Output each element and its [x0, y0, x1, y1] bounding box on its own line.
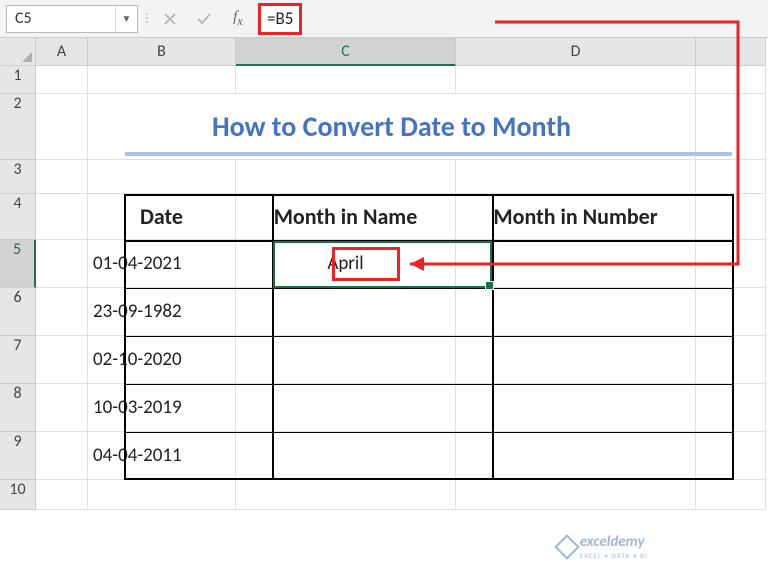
cell[interactable] — [456, 160, 696, 194]
table-header-month-name[interactable]: Month in Name — [236, 194, 456, 240]
divider-icon: ⋮ — [144, 7, 150, 31]
cell[interactable] — [696, 288, 766, 336]
cancel-formula-button[interactable] — [156, 5, 184, 33]
formula-text: =B5 — [258, 3, 302, 35]
watermark: exceldemy EXCEL • DATA • BI — [558, 533, 648, 560]
cell[interactable] — [36, 240, 88, 288]
cell[interactable] — [236, 66, 456, 94]
table-header-date[interactable]: Date — [88, 194, 236, 240]
table-divider — [124, 384, 734, 385]
formula-input[interactable]: =B5 — [258, 5, 762, 33]
cell[interactable] — [236, 160, 456, 194]
col-header-a[interactable]: A — [36, 38, 88, 66]
cell-month-name[interactable]: April — [236, 240, 456, 288]
formula-bar: C5 ▼ ⋮ fx =B5 — [0, 0, 768, 38]
cell[interactable] — [36, 480, 88, 510]
cell[interactable] — [36, 432, 88, 480]
col-header-d[interactable]: D — [456, 38, 696, 66]
col-header-b[interactable]: B — [88, 38, 236, 66]
cell-month-name[interactable] — [236, 432, 456, 480]
cell[interactable] — [236, 480, 456, 510]
insert-function-button[interactable]: fx — [224, 5, 252, 33]
cell[interactable] — [88, 160, 236, 194]
cell[interactable] — [696, 160, 766, 194]
cell[interactable] — [696, 432, 766, 480]
enter-formula-button[interactable] — [190, 5, 218, 33]
row-header-8[interactable]: 8 — [0, 384, 36, 432]
cell-date[interactable]: 01-04-2021 — [88, 240, 236, 288]
row-header-3[interactable]: 3 — [0, 160, 36, 194]
title-underline — [125, 152, 732, 156]
cell-date[interactable]: 02-10-2020 — [88, 336, 236, 384]
cell[interactable] — [696, 384, 766, 432]
cell-date[interactable]: 04-04-2011 — [88, 432, 236, 480]
table-divider — [492, 194, 494, 480]
cell[interactable] — [36, 384, 88, 432]
cell[interactable] — [36, 66, 88, 94]
row-header-4[interactable]: 4 — [0, 194, 36, 240]
row-header-9[interactable]: 9 — [0, 432, 36, 480]
chevron-down-icon[interactable]: ▼ — [115, 6, 137, 32]
name-box[interactable]: C5 ▼ — [6, 5, 138, 33]
cell[interactable] — [36, 336, 88, 384]
cell[interactable] — [88, 480, 236, 510]
row-header-1[interactable]: 1 — [0, 66, 36, 94]
cell[interactable] — [696, 240, 766, 288]
cell[interactable] — [456, 480, 696, 510]
cell-date[interactable]: 10-03-2019 — [88, 384, 236, 432]
row-header-7[interactable]: 7 — [0, 336, 36, 384]
col-header-blank[interactable] — [696, 38, 766, 66]
row-header-10[interactable]: 10 — [0, 480, 36, 510]
cell[interactable] — [696, 480, 766, 510]
table-row: 01-04-2021 April — [36, 240, 766, 288]
row-headers: 1 2 3 4 5 6 7 8 9 10 — [0, 66, 36, 510]
table-row: 23-09-1982 — [36, 288, 766, 336]
cell[interactable] — [696, 94, 766, 160]
cell[interactable] — [696, 194, 766, 240]
table-divider — [124, 432, 734, 433]
cell[interactable] — [456, 66, 696, 94]
col-header-c[interactable]: C — [236, 38, 456, 66]
table-divider — [124, 288, 734, 289]
cell[interactable] — [696, 336, 766, 384]
watermark-tag: EXCEL • DATA • BI — [580, 551, 648, 560]
table-divider — [124, 336, 734, 337]
cell[interactable] — [88, 66, 236, 94]
row-header-2[interactable]: 2 — [0, 94, 36, 160]
cell[interactable] — [36, 194, 88, 240]
select-all-corner[interactable] — [0, 38, 36, 66]
cell-month-name[interactable] — [236, 384, 456, 432]
table-row: 02-10-2020 — [36, 336, 766, 384]
table-divider — [272, 194, 274, 480]
cell[interactable] — [36, 94, 88, 160]
cell-month-name[interactable] — [236, 336, 456, 384]
cell[interactable] — [36, 288, 88, 336]
row-header-6[interactable]: 6 — [0, 288, 36, 336]
cell[interactable] — [36, 160, 88, 194]
column-header-row: A B C D — [0, 38, 768, 66]
cell-month-name[interactable] — [236, 288, 456, 336]
cells: How to Convert Date to Month Date Month … — [36, 66, 766, 510]
page-title[interactable]: How to Convert Date to Month — [88, 94, 696, 160]
cell[interactable] — [696, 66, 766, 94]
name-box-value: C5 — [7, 9, 115, 28]
grid: 1 2 3 4 5 6 7 8 9 10 How to Convert Date… — [0, 66, 768, 510]
row-header-5[interactable]: 5 — [0, 240, 36, 288]
fx-icon: fx — [233, 9, 243, 29]
table-row: 04-04-2011 — [36, 432, 766, 480]
cell-date[interactable]: 23-09-1982 — [88, 288, 236, 336]
watermark-brand: exceldemy — [580, 533, 645, 551]
logo-icon — [554, 534, 579, 559]
table-row: 10-03-2019 — [36, 384, 766, 432]
table-divider — [124, 240, 734, 242]
